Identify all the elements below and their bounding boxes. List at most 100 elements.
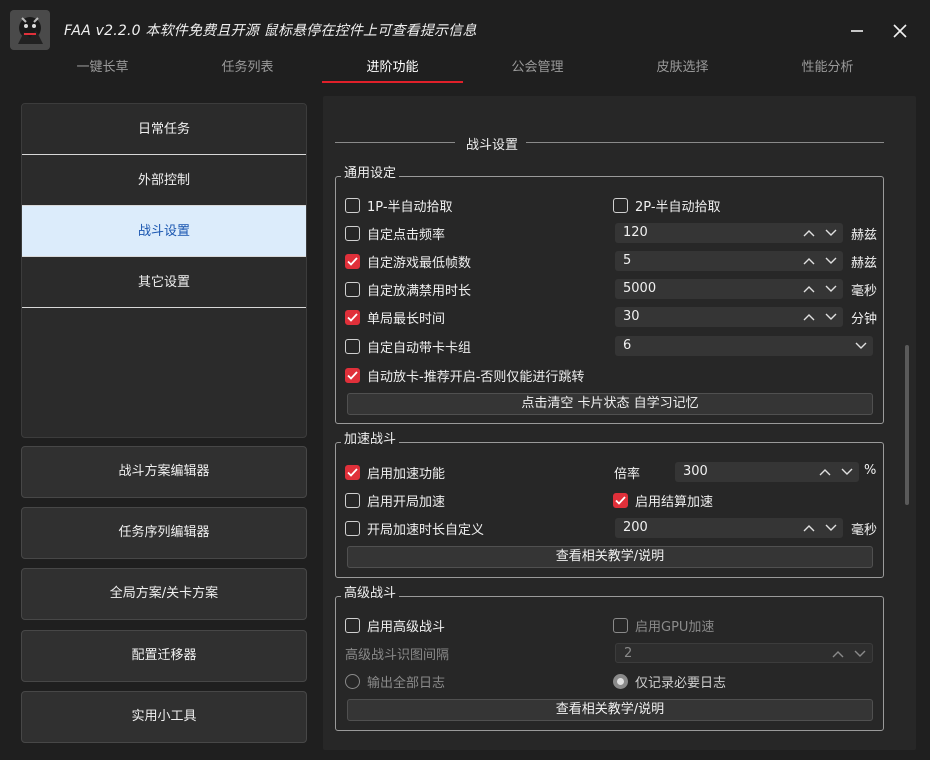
advanced-tutorial-button[interactable]: 查看相关教学/说明 xyxy=(347,699,873,721)
checkbox-box xyxy=(613,618,628,633)
minimize-button[interactable] xyxy=(842,16,872,46)
app-logo xyxy=(10,10,50,50)
settings-nav: 日常任务 外部控制 战斗设置 其它设置 xyxy=(21,103,307,438)
chevron-up-icon[interactable] xyxy=(819,468,831,476)
end-accel-checkbox[interactable]: 启用结算加速 xyxy=(613,491,713,510)
checkbox-box xyxy=(345,226,360,241)
click-frequency-checkbox[interactable]: 自定点击频率 xyxy=(345,224,445,243)
tab-advanced[interactable]: 进阶功能 xyxy=(320,56,465,84)
battle-plan-editor-button[interactable]: 战斗方案编辑器 xyxy=(21,446,307,498)
utilities-button[interactable]: 实用小工具 xyxy=(21,691,307,743)
minimize-icon xyxy=(851,30,863,32)
checkbox-box xyxy=(345,339,360,354)
chevron-down-icon xyxy=(855,342,867,349)
start-accel-checkbox[interactable]: 启用开局加速 xyxy=(345,491,445,510)
chevron-up-icon[interactable] xyxy=(803,229,815,237)
max-time-spinbox[interactable]: 30 xyxy=(615,307,843,327)
checkbox-box xyxy=(345,282,360,297)
accel-battle-title: 加速战斗 xyxy=(341,432,400,448)
disable-time-spinbox[interactable]: 5000 xyxy=(615,279,843,299)
accel-duration-spinbox[interactable]: 200 xyxy=(615,518,843,538)
accel-enable-checkbox[interactable]: 启用加速功能 xyxy=(345,463,445,482)
click-frequency-spinbox[interactable]: 120 xyxy=(615,223,843,243)
min-fps-spinbox[interactable]: 5 xyxy=(615,251,843,271)
p1-pickup-checkbox[interactable]: 1P-半自动拾取 xyxy=(345,196,453,215)
checkbox-box xyxy=(613,493,628,508)
config-migrator-button[interactable]: 配置迁移器 xyxy=(21,630,307,682)
checkbox-box xyxy=(345,368,360,383)
checkbox-box xyxy=(345,254,360,269)
disable-time-unit: 毫秒 xyxy=(851,284,878,299)
checkbox-box xyxy=(345,493,360,508)
clear-card-memory-button[interactable]: 点击清空 卡片状态 自学习记忆 xyxy=(347,393,873,415)
tab-task-list[interactable]: 任务列表 xyxy=(175,56,320,84)
min-fps-checkbox[interactable]: 自定游戏最低帧数 xyxy=(345,252,471,271)
task-sequence-editor-button[interactable]: 任务序列编辑器 xyxy=(21,507,307,559)
disable-time-checkbox[interactable]: 自定放满禁用时长 xyxy=(345,280,471,299)
nav-item-battle[interactable]: 战斗设置 xyxy=(22,206,306,257)
p2-pickup-checkbox[interactable]: 2P-半自动拾取 xyxy=(613,196,721,215)
check-icon xyxy=(347,468,358,477)
advanced-battle-title: 高级战斗 xyxy=(341,586,400,602)
title-bar: FAA v2.2.0 本软件免费且开源 鼠标悬停在控件上可查看提示信息 xyxy=(0,0,930,56)
tab-performance[interactable]: 性能分析 xyxy=(755,56,900,84)
chevron-down-icon[interactable] xyxy=(825,257,837,265)
recognition-interval-spinbox[interactable]: 2 xyxy=(615,643,873,663)
chevron-down-icon[interactable] xyxy=(825,285,837,293)
global-plan-button[interactable]: 全局方案/关卡方案 xyxy=(21,568,307,620)
checkbox-box xyxy=(345,618,360,633)
click-frequency-unit: 赫兹 xyxy=(851,228,878,243)
accel-tutorial-button[interactable]: 查看相关教学/说明 xyxy=(347,546,873,568)
auto-place-checkbox[interactable]: 自动放卡-推荐开启-否则仅能进行跳转 xyxy=(345,366,584,385)
chevron-up-icon[interactable] xyxy=(803,285,815,293)
chevron-down-icon[interactable] xyxy=(841,468,853,476)
app-title: FAA v2.2.0 本软件免费且开源 鼠标悬停在控件上可查看提示信息 xyxy=(64,23,477,39)
accel-duration-unit: 毫秒 xyxy=(851,523,878,538)
recognition-interval-label: 高级战斗识图间隔 xyxy=(345,648,450,663)
radio-circle xyxy=(613,674,628,689)
chevron-up-icon[interactable] xyxy=(803,257,815,265)
chevron-down-icon[interactable] xyxy=(825,229,837,237)
checkbox-box xyxy=(345,465,360,480)
tab-guild[interactable]: 公会管理 xyxy=(465,56,610,84)
main-tabs: 一键长草 任务列表 进阶功能 公会管理 皮肤选择 性能分析 xyxy=(30,56,900,84)
accel-rate-unit: % xyxy=(864,463,877,478)
chevron-down-icon[interactable] xyxy=(854,650,866,658)
check-icon xyxy=(347,257,358,266)
chevron-up-icon[interactable] xyxy=(803,313,815,321)
nav-item-daily[interactable]: 日常任务 xyxy=(22,104,306,155)
tab-one-click[interactable]: 一键长草 xyxy=(30,56,175,84)
checkbox-box xyxy=(613,198,628,213)
max-time-unit: 分钟 xyxy=(851,312,878,327)
general-settings-title: 通用设定 xyxy=(341,166,400,182)
card-group-checkbox[interactable]: 自定自动带卡卡组 xyxy=(345,337,471,356)
gpu-accel-checkbox[interactable]: 启用GPU加速 xyxy=(613,616,714,635)
max-time-checkbox[interactable]: 单局最长时间 xyxy=(345,308,445,327)
check-icon xyxy=(347,313,358,322)
check-icon xyxy=(615,496,626,505)
section-divider-right xyxy=(526,142,884,143)
min-fps-unit: 赫兹 xyxy=(851,256,878,271)
close-button[interactable] xyxy=(885,16,915,46)
checkbox-box xyxy=(345,521,360,536)
close-icon xyxy=(893,24,907,38)
check-icon xyxy=(347,371,358,380)
scrollbar[interactable] xyxy=(905,345,909,505)
accel-rate-spinbox[interactable]: 300 xyxy=(675,462,859,482)
log-necessary-radio[interactable]: 仅记录必要日志 xyxy=(613,672,726,691)
radio-circle xyxy=(345,674,360,689)
chevron-up-icon[interactable] xyxy=(803,524,815,532)
nav-item-other[interactable]: 其它设置 xyxy=(22,257,306,308)
advanced-enable-checkbox[interactable]: 启用高级战斗 xyxy=(345,616,445,635)
chevron-down-icon[interactable] xyxy=(825,524,837,532)
accel-rate-label: 倍率 xyxy=(614,467,641,482)
tab-skin[interactable]: 皮肤选择 xyxy=(610,56,755,84)
card-group-select[interactable]: 6 xyxy=(615,336,873,356)
checkbox-box xyxy=(345,198,360,213)
section-title: 战斗设置 xyxy=(466,138,519,153)
custom-accel-duration-checkbox[interactable]: 开局加速时长自定义 xyxy=(345,519,484,538)
log-all-radio[interactable]: 输出全部日志 xyxy=(345,672,445,691)
chevron-down-icon[interactable] xyxy=(825,313,837,321)
nav-item-external[interactable]: 外部控制 xyxy=(22,155,306,206)
chevron-up-icon[interactable] xyxy=(832,650,844,658)
